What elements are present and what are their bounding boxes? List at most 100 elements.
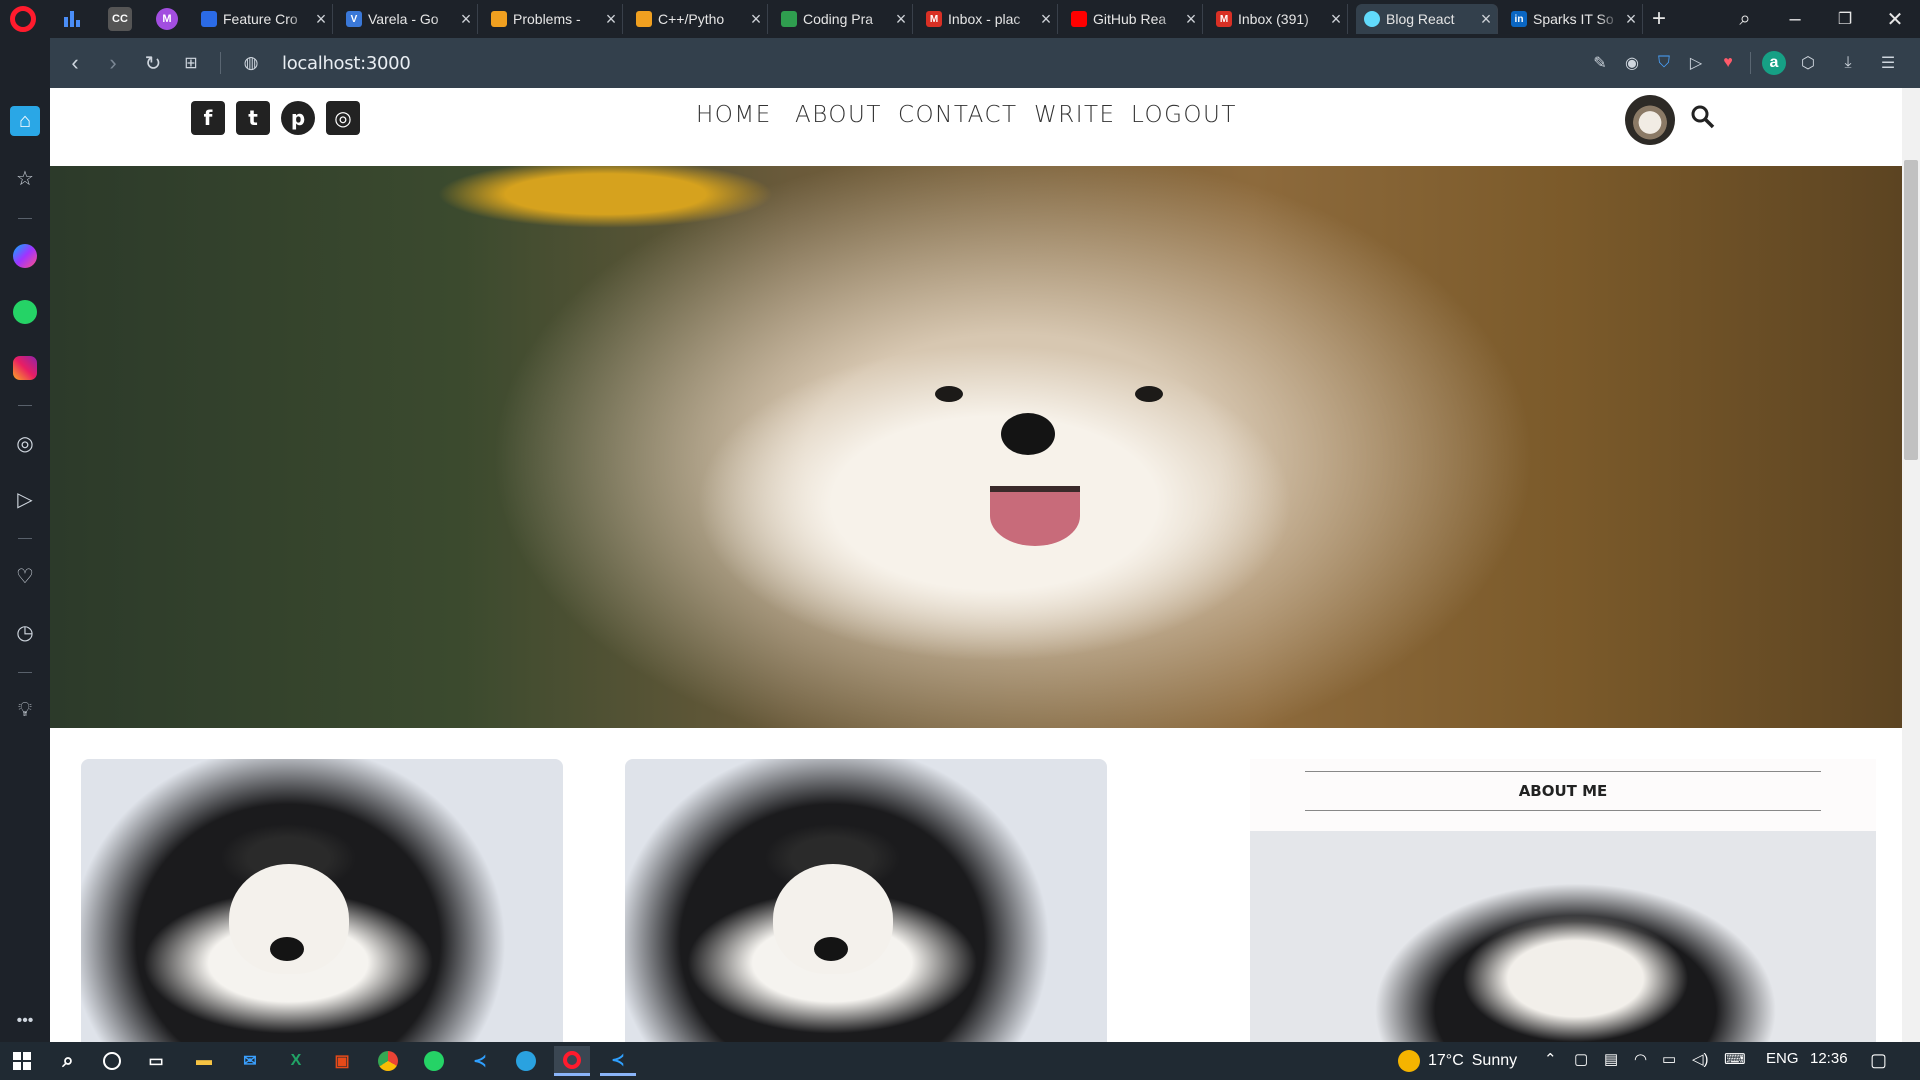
close-tab-icon[interactable]: × [890, 9, 912, 30]
nav-home[interactable]: HOME [696, 102, 772, 128]
extension-a-icon[interactable]: a [1762, 51, 1786, 75]
charts-pinned-tab[interactable] [60, 7, 84, 31]
file-explorer-icon[interactable]: ▬ [186, 1046, 222, 1076]
twitter-icon[interactable]: t [236, 101, 270, 135]
volume-icon[interactable]: ◁) [1692, 1050, 1709, 1068]
download-icon[interactable]: ⤓ [1836, 51, 1860, 75]
camera-icon[interactable]: ◉ [1620, 51, 1644, 75]
nav-write[interactable]: WRITE [1034, 102, 1116, 128]
home-icon[interactable]: ⌂ [10, 106, 40, 136]
nav-logout[interactable]: LOGOUT [1131, 102, 1237, 128]
excel-icon[interactable]: X [278, 1046, 314, 1076]
heart-icon[interactable]: ♡ [10, 561, 40, 591]
m-pinned-tab[interactable]: M [156, 8, 178, 30]
url-field[interactable]: localhost:3000 [282, 53, 411, 74]
mail-icon[interactable]: ✉ [232, 1046, 268, 1076]
close-tab-icon[interactable]: × [455, 9, 477, 30]
site-info-icon[interactable]: ◍ [236, 48, 266, 78]
new-tab-button[interactable]: + [1640, 4, 1678, 34]
feature-favicon-icon [201, 11, 217, 27]
search-icon[interactable] [1690, 104, 1716, 130]
device-icon[interactable]: ▤ [1604, 1050, 1618, 1068]
instagram-icon[interactable] [10, 353, 40, 383]
facebook-icon[interactable]: f [191, 101, 225, 135]
tab-varela[interactable]: V Varela - Go × [338, 4, 478, 34]
search-icon[interactable]: ⌕ [50, 1046, 86, 1076]
whatsapp-icon[interactable] [10, 297, 40, 327]
search-tabs-icon[interactable]: ⌕ [1722, 4, 1768, 34]
close-tab-icon[interactable]: × [600, 9, 622, 30]
nav-contact[interactable]: CONTACT [898, 102, 1018, 128]
whatsapp-icon[interactable] [416, 1046, 452, 1076]
cc-pinned-tab[interactable]: CC [108, 7, 132, 31]
tab-feature[interactable]: Feature Cro × [193, 4, 333, 34]
pdf-icon[interactable]: ▣ [324, 1046, 360, 1076]
notifications-icon[interactable]: ▢ [1870, 1050, 1887, 1071]
post-image[interactable] [81, 759, 563, 1042]
vscode-icon[interactable]: ≺ [462, 1046, 498, 1076]
avatar[interactable] [1625, 95, 1675, 145]
meet-icon[interactable]: ▢ [1574, 1050, 1588, 1068]
forward-button[interactable]: › [98, 48, 128, 78]
scrollbar-thumb[interactable] [1904, 160, 1918, 460]
messenger-icon[interactable] [10, 241, 40, 271]
nav-about[interactable]: ABOUT [795, 102, 882, 128]
opera-logo-icon[interactable] [10, 6, 36, 32]
windows-start-icon[interactable] [4, 1046, 40, 1076]
lightbulb-icon[interactable]: 💡︎ [10, 695, 40, 725]
instagram-icon[interactable]: ◎ [326, 101, 360, 135]
sidebar-separator [18, 405, 32, 406]
opera-taskbar-icon[interactable] [554, 1046, 590, 1076]
pinterest-icon[interactable]: p [281, 101, 315, 135]
close-tab-icon[interactable]: × [745, 9, 767, 30]
player-icon[interactable]: ◎ [10, 428, 40, 458]
more-icon[interactable]: ••• [10, 1006, 40, 1036]
back-button[interactable]: ‹ [60, 48, 90, 78]
vscode-icon[interactable]: ≺ [600, 1046, 636, 1076]
close-tab-icon[interactable]: × [1180, 9, 1202, 30]
send-icon[interactable]: ▷ [1684, 51, 1708, 75]
star-icon[interactable]: ☆ [10, 163, 40, 193]
heart-icon[interactable]: ♥ [1716, 51, 1740, 75]
shield-icon[interactable]: ⛉ [1652, 51, 1676, 75]
restore-button[interactable]: ❐ [1822, 4, 1868, 34]
puppy-nose [814, 937, 848, 961]
tab-inbox-391[interactable]: M Inbox (391) × [1208, 4, 1348, 34]
clock[interactable]: 12:36 [1810, 1050, 1848, 1067]
tab-cpp-python[interactable]: C++/Pytho × [628, 4, 768, 34]
tab-grid-icon[interactable]: ⊞ [176, 48, 206, 78]
language-indicator[interactable]: ENG [1766, 1050, 1799, 1067]
close-window-button[interactable]: ✕ [1872, 4, 1918, 34]
weather-widget[interactable]: 17°C Sunny [1398, 1050, 1517, 1072]
gmail-favicon-icon: M [1216, 11, 1232, 27]
close-tab-icon[interactable]: × [1325, 9, 1347, 30]
reload-icon[interactable]: ↻ [138, 48, 168, 78]
tab-github-react[interactable]: GitHub Rea × [1063, 4, 1203, 34]
keyboard-icon[interactable]: ⌨ [1724, 1050, 1746, 1068]
minimize-button[interactable]: – [1772, 4, 1818, 34]
tab-coding-practice[interactable]: Coding Pra × [773, 4, 913, 34]
close-tab-icon[interactable]: × [1475, 9, 1497, 30]
problems-favicon-icon [491, 11, 507, 27]
close-tab-icon[interactable]: × [1035, 9, 1057, 30]
history-icon[interactable]: ◷ [10, 617, 40, 647]
close-tab-icon[interactable]: × [310, 9, 332, 30]
task-view-icon[interactable]: ▭ [138, 1046, 174, 1076]
battery-icon[interactable]: ▭ [1662, 1050, 1676, 1068]
tab-blog-react[interactable]: Blog React × [1356, 4, 1498, 34]
hero-dog-eye [1135, 386, 1163, 402]
tab-problems[interactable]: Problems - × [483, 4, 623, 34]
tab-sparks-it[interactable]: in Sparks IT So × [1503, 4, 1643, 34]
tab-inbox-plac[interactable]: M Inbox - plac × [918, 4, 1058, 34]
wifi-icon[interactable]: ◠ [1634, 1050, 1647, 1068]
edit-share-icon[interactable]: ✎ [1588, 51, 1612, 75]
cube-icon[interactable]: ⬡ [1796, 51, 1820, 75]
easy-setup-icon[interactable]: ☰ [1876, 51, 1900, 75]
post-image[interactable] [625, 759, 1107, 1042]
close-tab-icon[interactable]: × [1620, 9, 1642, 30]
telegram-icon[interactable] [508, 1046, 544, 1076]
send-icon[interactable]: ▷ [10, 484, 40, 514]
chrome-icon[interactable] [370, 1046, 406, 1076]
chevron-up-icon[interactable]: ⌃ [1544, 1050, 1557, 1068]
cortana-icon[interactable] [94, 1046, 130, 1076]
